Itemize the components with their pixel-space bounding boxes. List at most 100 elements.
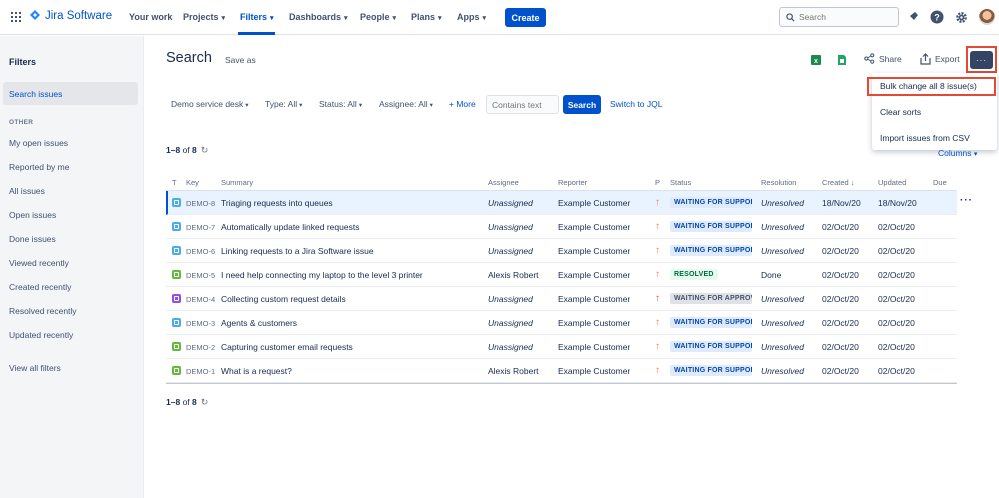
columns-button[interactable]: Columns ▾ (938, 148, 977, 158)
col-header-status[interactable]: Status (670, 178, 691, 187)
table-row[interactable]: DEMO-8 Triaging requests into queues Unass… (166, 191, 972, 215)
issue-summary-link[interactable]: Triaging requests into queues (221, 198, 333, 208)
issue-summary-link[interactable]: Automatically update linked requests (221, 222, 359, 232)
type-filter[interactable]: Type: All ▾ (265, 99, 302, 109)
project-filter[interactable]: Demo service desk ▾ (171, 99, 249, 109)
refresh-icon[interactable]: ↻ (201, 397, 209, 407)
issue-key-link[interactable]: DEMO-5 (186, 271, 215, 280)
issue-summary-link[interactable]: What is a request? (221, 366, 292, 376)
col-header-summary[interactable]: Summary (221, 178, 253, 187)
assignee-cell: Alexis Robert (488, 366, 539, 376)
priority-arrow-up-icon: ↑ (655, 341, 660, 352)
issue-key-link[interactable]: DEMO-6 (186, 247, 215, 256)
nav-apps[interactable]: Apps ▾ (457, 12, 486, 22)
issue-key-link[interactable]: DEMO-3 (186, 319, 215, 328)
chevron-down-icon: ▾ (973, 151, 978, 158)
issue-key-link[interactable]: DEMO-7 (186, 223, 215, 232)
excel-icon[interactable]: x (810, 54, 822, 66)
status-lozenge[interactable]: WAITING FOR SUPPORT (670, 221, 752, 232)
user-avatar[interactable] (979, 9, 995, 25)
col-header-key[interactable]: Key (186, 178, 199, 187)
nav-dashboards[interactable]: Dashboards ▾ (289, 12, 348, 22)
table-row[interactable]: DEMO-2 Capturing customer email requests U… (166, 335, 957, 359)
menu-item-clear-sorts[interactable]: Clear sorts (880, 107, 921, 117)
assignee-cell: Unassigned (488, 294, 533, 304)
sidebar-item-reported-by-me[interactable]: Reported by me (9, 162, 69, 172)
status-lozenge[interactable]: WAITING FOR SUPPORT (670, 245, 752, 256)
sidebar-item-open-issues[interactable]: Open issues (9, 210, 56, 220)
status-lozenge[interactable]: WAITING FOR SUPPORT (670, 197, 752, 208)
menu-item-import-csv[interactable]: Import issues from CSV (880, 133, 970, 143)
assignee-filter[interactable]: Assignee: All ▾ (379, 99, 433, 109)
global-search[interactable] (779, 7, 899, 27)
sidebar-item-search-issues[interactable]: Search issues (3, 82, 138, 105)
status-filter[interactable]: Status: All ▾ (319, 99, 362, 109)
issue-summary-link[interactable]: Capturing customer email requests (221, 342, 353, 352)
issue-key-link[interactable]: DEMO-4 (186, 295, 215, 304)
status-lozenge[interactable]: WAITING FOR SUPPORT (670, 365, 752, 376)
sidebar-item-all-issues[interactable]: All issues (9, 186, 45, 196)
sidebar-item-my-open-issues[interactable]: My open issues (9, 138, 68, 148)
sidebar-item-done-issues[interactable]: Done issues (9, 234, 56, 244)
sidebar-item-created-recently[interactable]: Created recently (9, 282, 71, 292)
refresh-icon[interactable]: ↻ (201, 145, 209, 155)
col-header-priority[interactable]: P (655, 178, 660, 187)
table-row[interactable]: DEMO-3 Agents & customers Unassigned Exampl… (166, 311, 957, 335)
updated-date-cell: 02/Oct/20 (878, 318, 915, 328)
col-header-assignee[interactable]: Assignee (488, 178, 519, 187)
jira-logo[interactable]: Jira Software (29, 9, 112, 23)
issue-summary-link[interactable]: Collecting custom request details (221, 294, 346, 304)
priority-arrow-up-icon: ↑ (655, 245, 660, 256)
switch-to-jql-link[interactable]: Switch to JQL (610, 99, 662, 109)
contains-text-input[interactable] (486, 95, 559, 114)
share-button[interactable]: Share (864, 53, 902, 64)
issue-key-link[interactable]: DEMO-1 (186, 367, 215, 376)
sidebar-item-resolved-recently[interactable]: Resolved recently (9, 306, 77, 316)
more-filters-button[interactable]: + More (449, 99, 476, 109)
col-header-updated[interactable]: Updated (878, 178, 906, 187)
row-more-actions-icon[interactable]: ··· (960, 195, 973, 206)
created-date-cell: 02/Oct/20 (822, 270, 859, 280)
create-button[interactable]: Create (505, 8, 546, 27)
notifications-icon[interactable] (906, 10, 920, 24)
table-row[interactable]: DEMO-6 Linking requests to a Jira Softwar… (166, 239, 957, 263)
issue-key-link[interactable]: DEMO-8 (186, 199, 215, 208)
issue-key-link[interactable]: DEMO-2 (186, 343, 215, 352)
export-button[interactable]: Export (920, 53, 960, 65)
reporter-cell: Example Customer (558, 198, 631, 208)
table-row[interactable]: DEMO-1 What is a request? Alexis Robert Exa… (166, 359, 957, 383)
col-header-resolution[interactable]: Resolution (761, 178, 796, 187)
search-input[interactable] (799, 12, 889, 22)
nav-your-work[interactable]: Your work (129, 12, 172, 22)
updated-date-cell: 02/Oct/20 (878, 366, 915, 376)
col-header-reporter[interactable]: Reporter (558, 178, 587, 187)
col-header-created[interactable]: Created ↓ (822, 178, 855, 187)
settings-gear-icon[interactable] (954, 10, 968, 24)
nav-filters[interactable]: Filters ▾ (240, 12, 274, 22)
issue-summary-link[interactable]: Linking requests to a Jira Software issu… (221, 246, 374, 256)
table-row[interactable]: DEMO-7 Automatically update linked reques… (166, 215, 957, 239)
nav-projects[interactable]: Projects ▾ (183, 12, 225, 22)
nav-plans[interactable]: Plans ▾ (411, 12, 442, 22)
col-header-due[interactable]: Due (933, 178, 947, 187)
table-row[interactable]: DEMO-5 I need help connecting my laptop t… (166, 263, 957, 287)
sidebar-item-viewed-recently[interactable]: Viewed recently (9, 258, 69, 268)
table-row[interactable]: DEMO-4 Collecting custom request details U… (166, 287, 957, 311)
status-lozenge[interactable]: WAITING FOR SUPPORT (670, 341, 752, 352)
sidebar-item-updated-recently[interactable]: Updated recently (9, 330, 73, 340)
status-lozenge[interactable]: RESOLVED (670, 269, 718, 280)
google-sheets-icon[interactable] (836, 54, 848, 66)
help-icon[interactable]: ? (930, 10, 944, 24)
status-lozenge[interactable]: WAITING FOR APPROVAL (670, 293, 752, 304)
status-lozenge[interactable]: WAITING FOR SUPPORT (670, 317, 752, 328)
nav-people[interactable]: People ▾ (360, 12, 396, 22)
save-as-button[interactable]: Save as (225, 55, 256, 65)
search-button[interactable]: Search (563, 95, 601, 114)
issue-summary-link[interactable]: Agents & customers (221, 318, 297, 328)
reporter-cell: Example Customer (558, 270, 631, 280)
sidebar-item-view-all-filters[interactable]: View all filters (9, 363, 61, 373)
issue-type-icon (172, 246, 181, 255)
app-switcher-icon[interactable] (11, 12, 21, 22)
issue-summary-link[interactable]: I need help connecting my laptop to the … (221, 270, 423, 280)
col-header-type[interactable]: T (172, 178, 177, 187)
